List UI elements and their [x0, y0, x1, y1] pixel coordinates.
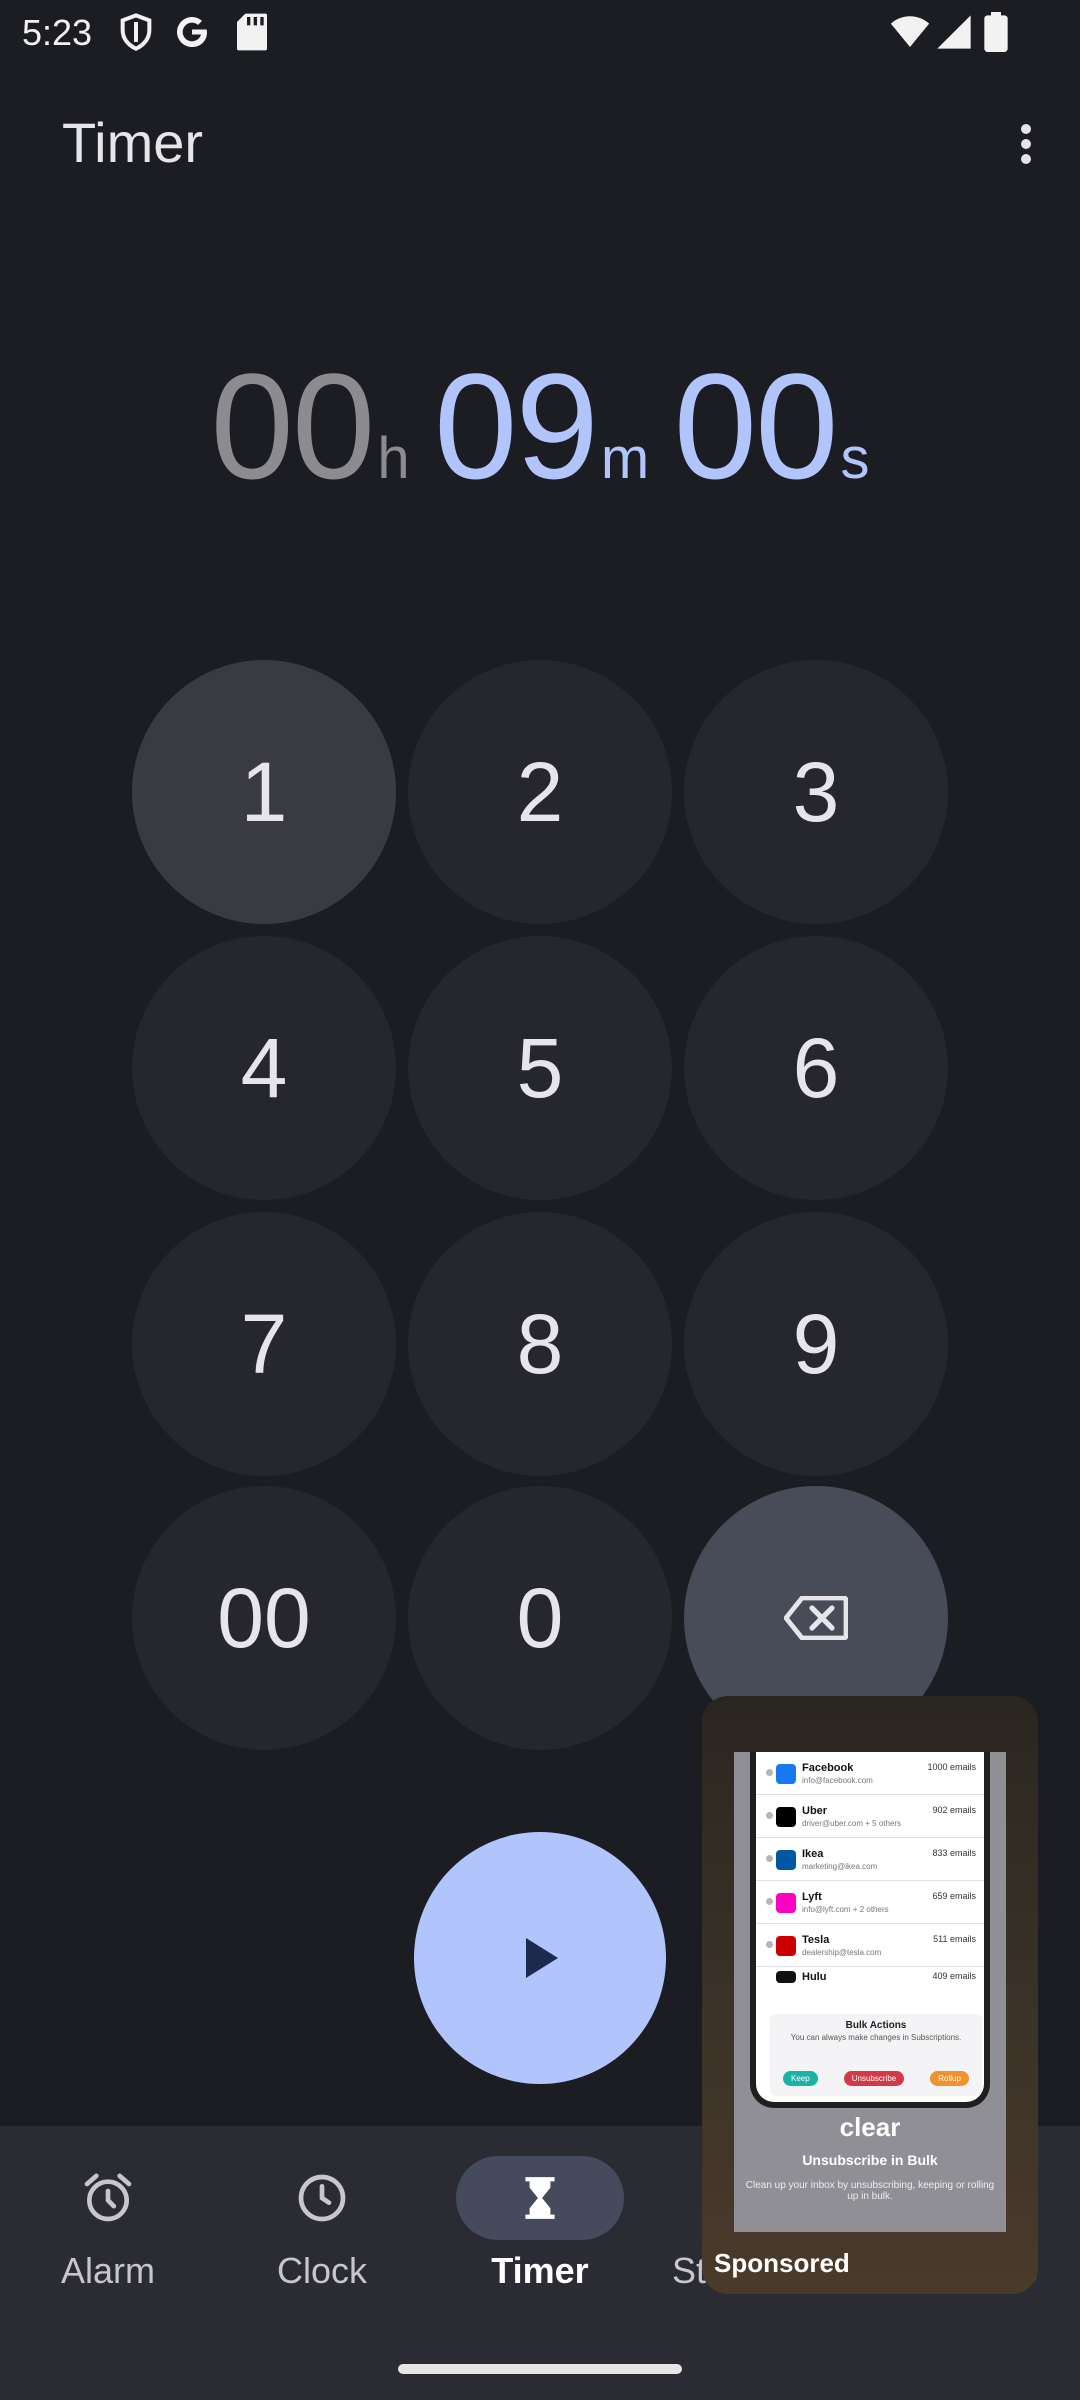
backspace-icon — [784, 1596, 848, 1640]
rollup-pill: Rollup — [930, 2071, 969, 2086]
ad-brand: clear — [839, 2112, 901, 2142]
ad-body: Clean up your inbox by unsubscribing, ke… — [745, 2180, 995, 2202]
wifi-icon — [890, 16, 930, 47]
sponsored-ad[interactable]: Facebook info@facebook.com 1000 emails U… — [702, 1696, 1038, 2294]
ad-phone-mockup: Facebook info@facebook.com 1000 emails U… — [750, 1752, 990, 2108]
list-item: Facebook info@facebook.com 1000 emails — [756, 1752, 984, 1795]
facebook-logo-icon — [776, 1764, 796, 1784]
nav-timer[interactable]: Timer — [440, 2156, 640, 2292]
start-timer-button[interactable] — [414, 1832, 666, 2084]
key-5[interactable]: 5 — [408, 936, 672, 1200]
seconds-display: 00s — [673, 342, 870, 510]
key-8[interactable]: 8 — [408, 1212, 672, 1476]
alarm-icon — [84, 2173, 132, 2222]
key-9[interactable]: 9 — [684, 1212, 948, 1476]
clock-icon — [298, 2174, 346, 2222]
shield-icon — [120, 13, 152, 51]
more-options-button[interactable] — [1012, 120, 1040, 172]
sd-card-icon — [237, 13, 267, 51]
ikea-logo-icon — [776, 1850, 796, 1870]
key-0[interactable]: 0 — [408, 1486, 672, 1750]
lyft-logo-icon — [776, 1893, 796, 1913]
nav-clock[interactable]: Clock — [222, 2156, 422, 2292]
list-item: Tesla dealership@tesla.com 511 emails — [756, 1924, 984, 1967]
status-bar: 5:23 — [0, 0, 1080, 66]
hours-display: 00h — [210, 342, 410, 510]
key-4[interactable]: 4 — [132, 936, 396, 1200]
uber-logo-icon — [776, 1807, 796, 1827]
list-item: Uber driver@uber.com + 5 others 902 emai… — [756, 1795, 984, 1838]
page-title: Timer — [62, 111, 204, 174]
play-icon — [526, 1938, 558, 1978]
hourglass-icon — [525, 2177, 555, 2219]
ad-headline: Unsubscribe in Bulk — [802, 2152, 938, 2168]
timer-screen: 5:23 Timer 00h 09m 00s 1 2 3 4 5 6 7 8 9… — [0, 0, 1080, 2400]
battery-icon — [984, 12, 1008, 52]
list-item: Hulu 409 emails — [756, 1967, 984, 1987]
unsubscribe-pill: Unsubscribe — [843, 2071, 905, 2086]
list-item: Ikea marketing@ikea.com 833 emails — [756, 1838, 984, 1881]
key-7[interactable]: 7 — [132, 1212, 396, 1476]
key-00[interactable]: 00 — [132, 1486, 396, 1750]
key-6[interactable]: 6 — [684, 936, 948, 1200]
cellular-signal-icon — [937, 15, 971, 49]
tesla-logo-icon — [776, 1936, 796, 1956]
timer-display: 00h 09m 00s — [0, 340, 1080, 513]
google-icon — [176, 17, 207, 48]
sponsored-label: Sponsored — [714, 2248, 850, 2278]
status-time: 5:23 — [22, 12, 93, 53]
keep-pill: Keep — [783, 2071, 818, 2086]
more-vert-icon — [1021, 124, 1031, 134]
list-item: Lyft info@lyft.com + 2 others 659 emails — [756, 1881, 984, 1924]
minutes-display: 09m — [434, 342, 650, 510]
hulu-logo-icon — [776, 1971, 796, 1983]
gesture-handle[interactable] — [398, 2364, 682, 2374]
nav-alarm[interactable]: Alarm — [8, 2156, 208, 2292]
key-2[interactable]: 2 — [408, 660, 672, 924]
bulk-actions-panel: Bulk Actions You can always make changes… — [770, 2014, 982, 2096]
key-3[interactable]: 3 — [684, 660, 948, 924]
key-1[interactable]: 1 — [132, 660, 396, 924]
